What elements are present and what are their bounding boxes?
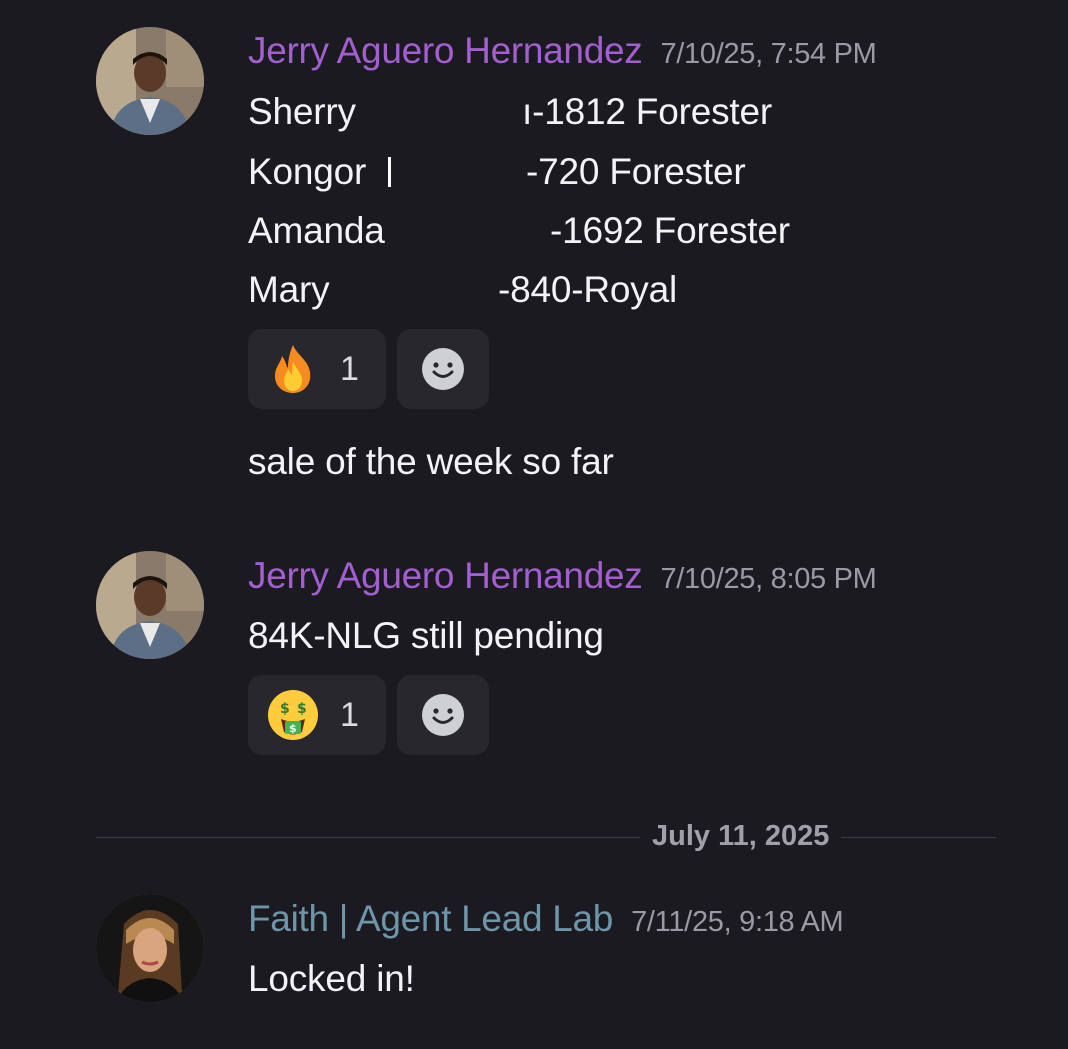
smile-icon bbox=[422, 348, 464, 390]
avatar-faith-image bbox=[96, 894, 204, 1002]
svg-text:$: $ bbox=[280, 701, 290, 717]
svg-text:$: $ bbox=[289, 722, 297, 735]
line-name: Sherry bbox=[248, 91, 356, 132]
author-name[interactable]: Faith | Agent Lead Lab bbox=[248, 898, 613, 939]
message-line-detail: -720 Forester bbox=[526, 151, 746, 192]
message-line: Kongor bbox=[248, 151, 366, 193]
message-line-detail: -840-Royal bbox=[498, 269, 677, 310]
fire-icon bbox=[274, 345, 311, 393]
reaction-money-mouth[interactable]: $ $ $ 1 bbox=[248, 675, 386, 755]
add-reaction-button[interactable] bbox=[397, 329, 489, 409]
line-name: Kongor bbox=[248, 151, 367, 192]
add-reaction-button[interactable] bbox=[397, 675, 489, 755]
message-line: Sherry bbox=[248, 91, 356, 133]
line-name: Amanda bbox=[248, 210, 385, 251]
avatar-jerry-image bbox=[96, 551, 204, 659]
svg-text:$: $ bbox=[297, 701, 307, 717]
date-divider-line bbox=[96, 837, 996, 838]
avatar-jerry[interactable] bbox=[96, 551, 204, 659]
money-mouth-face-icon: $ $ $ bbox=[268, 690, 318, 740]
message-line-detail: -1692 Forester bbox=[550, 210, 790, 251]
smile-icon bbox=[422, 694, 464, 736]
message-text: Locked in! bbox=[248, 958, 415, 999]
reaction-fire[interactable]: 1 bbox=[248, 329, 386, 409]
timestamp: 7/11/25, 9:18 AM bbox=[631, 906, 844, 938]
reaction-count: 1 bbox=[340, 695, 359, 734]
message-line: Mary bbox=[248, 269, 330, 311]
avatar-jerry-image bbox=[96, 27, 204, 135]
avatar-jerry[interactable] bbox=[96, 27, 204, 135]
message-line: Amanda bbox=[248, 210, 385, 252]
line-name: Mary bbox=[248, 269, 330, 310]
redaction-mark bbox=[388, 157, 391, 187]
author-name[interactable]: Jerry Aguero Hernandez bbox=[248, 30, 643, 71]
reaction-count: 1 bbox=[340, 349, 359, 388]
timestamp: 7/10/25, 7:54 PM bbox=[660, 38, 877, 70]
timestamp: 7/10/25, 8:05 PM bbox=[660, 563, 877, 595]
message-line-detail: ı-1812 Forester bbox=[522, 91, 772, 132]
author-name[interactable]: Jerry Aguero Hernandez bbox=[248, 555, 643, 596]
avatar-faith[interactable] bbox=[96, 894, 204, 1002]
message-text: sale of the week so far bbox=[248, 441, 614, 482]
date-divider: July 11, 2025 bbox=[640, 820, 842, 853]
message-text: 84K-NLG still pending bbox=[248, 615, 604, 656]
